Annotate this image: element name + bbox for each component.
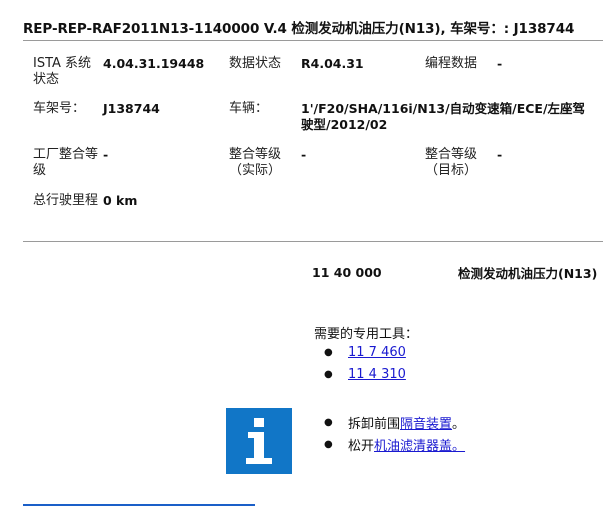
info-i-glyph <box>246 418 272 464</box>
list-item: ● 11 4 310 <box>322 363 406 385</box>
page-title: REP-REP-RAF2011N13-1140000 V.4 检测发动机油压力(… <box>23 21 575 37</box>
bullet-icon: ● <box>324 416 333 428</box>
mileage-label: 总行驶里程 <box>33 193 99 208</box>
vehicle-label: 车辆： <box>229 101 269 116</box>
divider-middle <box>23 241 603 242</box>
info-row: 车架号： J138744 车辆： 1'/F20/SHA/116i/N13/自动变… <box>23 101 608 147</box>
procedure-number: 11 40 000 <box>312 265 382 280</box>
integration-actual-value: - <box>301 147 307 162</box>
step-link-text: 机油滤清器盖 <box>374 438 453 454</box>
ista-status-label: ISTA 系统状态 <box>33 56 92 87</box>
step-text: 拆卸前围 <box>348 416 401 432</box>
bullet-icon: ● <box>324 368 333 380</box>
procedure-name: 检测发动机油压力(N13) <box>458 266 598 281</box>
tool-link-11-4-310[interactable]: 11 4 310 <box>348 367 406 382</box>
vin-value: J138744 <box>103 101 160 116</box>
programming-data-label: 编程数据 <box>425 56 478 71</box>
step-link-oil-filter-cover[interactable]: 机油滤清器盖。 <box>374 435 465 454</box>
step-suffix: 。 <box>452 416 466 432</box>
factory-integration-label: 工厂整合等级 <box>33 147 99 178</box>
step-link-sound-insulation[interactable]: 隔音装置 <box>400 413 452 432</box>
integration-actual-label: 整合等级（实际） <box>229 147 282 178</box>
special-tools-list: ● 11 7 460 ● 11 4 310 <box>322 341 406 385</box>
data-status-label: 数据状态 <box>229 56 282 71</box>
mileage-value: 0 km <box>103 193 138 208</box>
factory-integration-value: - <box>103 147 109 162</box>
divider-top <box>23 40 603 41</box>
vehicle-info-table: ISTA 系统状态 4.04.31.19448 数据状态 R4.04.31 编程… <box>23 56 608 209</box>
tool-link-11-7-460[interactable]: 11 7 460 <box>348 345 406 360</box>
vehicle-value: 1'/F20/SHA/116i/N13/自动变速箱/ECE/左座驾驶型/2012… <box>301 101 586 132</box>
step-text: 松开 <box>348 438 375 454</box>
data-status-value: R4.04.31 <box>301 56 364 71</box>
info-row: 总行驶里程 0 km <box>23 193 608 209</box>
info-icon <box>226 408 292 474</box>
bullet-icon: ● <box>324 346 333 358</box>
info-row: ISTA 系统状态 4.04.31.19448 数据状态 R4.04.31 编程… <box>23 56 608 101</box>
programming-data-value: - <box>497 56 503 71</box>
step-link-suffix: 。 <box>452 438 466 454</box>
vin-label: 车架号： <box>33 101 86 116</box>
integration-target-label: 整合等级（目标） <box>425 147 478 178</box>
bottom-divider <box>23 504 255 506</box>
info-row: 工厂整合等级 - 整合等级（实际） - 整合等级（目标） - <box>23 147 608 193</box>
integration-target-value: - <box>497 147 503 162</box>
steps-list: ● 拆卸前围 隔音装置。 ● 松开 机油滤清器盖。 <box>322 411 465 455</box>
bullet-icon: ● <box>324 438 333 450</box>
list-item: ● 11 7 460 <box>322 341 406 363</box>
list-item: ● 拆卸前围 隔音装置。 <box>322 411 465 433</box>
ista-status-value: 4.04.31.19448 <box>103 56 205 71</box>
list-item: ● 松开 机油滤清器盖。 <box>322 433 465 455</box>
special-tools-heading: 需要的专用工具： <box>314 327 419 342</box>
